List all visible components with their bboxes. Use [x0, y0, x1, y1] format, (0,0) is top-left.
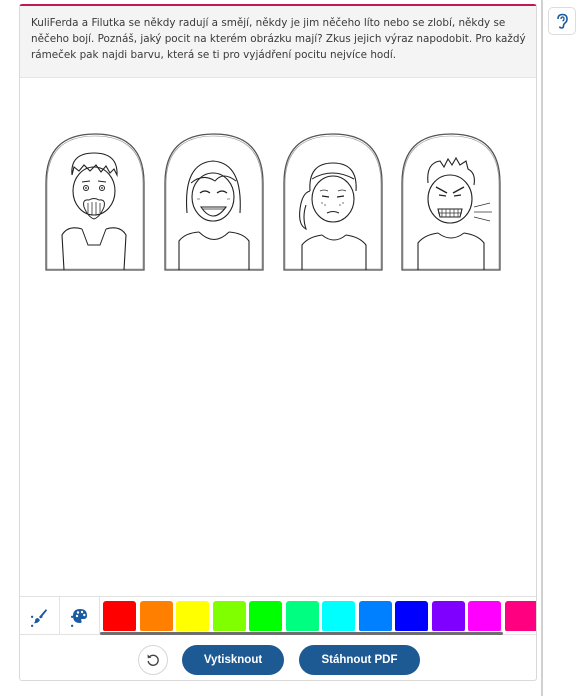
color-swatch[interactable]	[249, 601, 282, 631]
color-toolbar: • • • • • •	[20, 596, 536, 635]
color-swatch[interactable]	[504, 601, 536, 631]
color-swatch[interactable]	[431, 601, 465, 631]
color-swatch[interactable]	[322, 601, 355, 631]
undo-icon	[147, 654, 159, 666]
download-pdf-button[interactable]: Stáhnout PDF	[299, 645, 420, 675]
footer-actions: Vytisknout Stáhnout PDF	[20, 635, 536, 681]
brush-tool-button[interactable]: • • •	[20, 597, 60, 635]
frame-sad-girl[interactable]	[282, 133, 384, 271]
reset-button[interactable]	[138, 645, 168, 675]
frame-laughing-girl[interactable]	[163, 133, 265, 271]
palette-tool-button[interactable]: • • •	[60, 597, 100, 635]
color-swatch[interactable]	[176, 601, 209, 631]
frame-scared-boy[interactable]	[44, 133, 146, 271]
worksheet-panel: KuliFerda a Filutka se někdy radují a sm…	[19, 4, 537, 681]
color-swatch[interactable]	[103, 601, 136, 631]
ear-icon	[557, 13, 568, 29]
color-swatches	[103, 601, 536, 631]
color-swatch[interactable]	[285, 601, 319, 631]
color-swatch[interactable]	[395, 601, 428, 631]
color-swatch[interactable]	[212, 601, 246, 631]
palette-tool-dots: • • •	[69, 613, 85, 631]
drawing-canvas[interactable]	[20, 78, 536, 596]
brush-tool-dots: • • •	[29, 613, 45, 631]
instruction-text: KuliFerda a Filutka se někdy radují a sm…	[20, 6, 536, 78]
color-swatch[interactable]	[468, 601, 501, 631]
color-swatch[interactable]	[358, 601, 392, 631]
frame-angry-boy[interactable]	[400, 133, 502, 271]
color-swatch[interactable]	[139, 601, 173, 631]
read-aloud-button[interactable]	[548, 7, 576, 35]
side-divider	[541, 0, 543, 696]
print-button[interactable]: Vytisknout	[182, 645, 284, 675]
